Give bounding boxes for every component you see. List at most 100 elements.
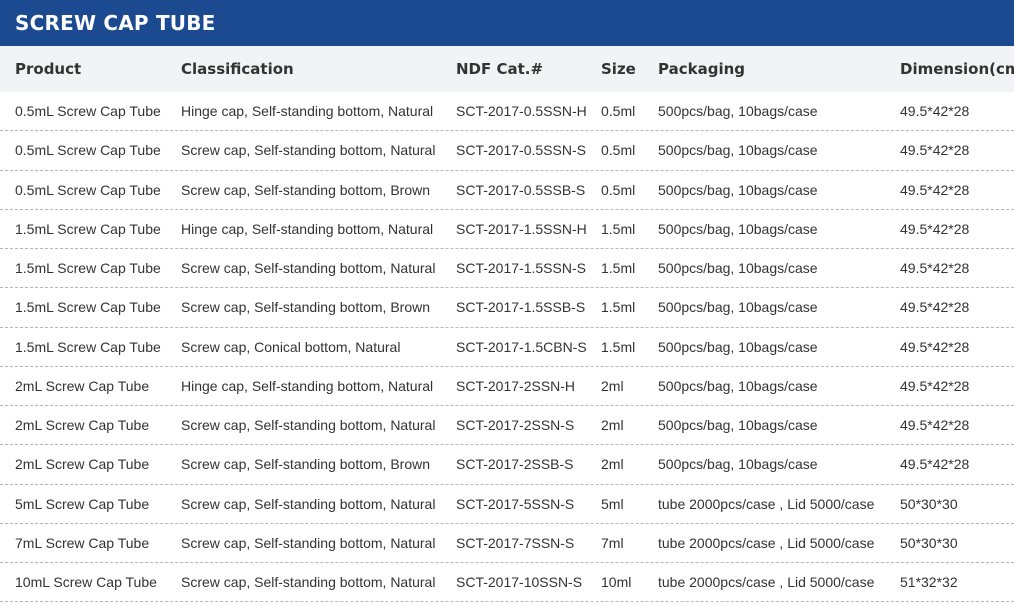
- cell-packaging: 500pcs/bag, 10bags/case: [658, 299, 818, 316]
- cell-size: 0.5ml: [601, 103, 636, 120]
- cell-cat-number: SCT-2017-0.5SSB-S: [456, 181, 586, 198]
- cell-packaging: 500pcs/bag, 10bags/case: [658, 377, 818, 394]
- cell-packaging: 500pcs/bag, 10bags/case: [658, 181, 818, 198]
- cell-dimension: 49.5*42*28: [900, 417, 970, 434]
- cell-packaging: 500pcs/bag, 10bags/case: [658, 103, 818, 120]
- cell-dimension: 49.5*42*28: [900, 377, 970, 394]
- table-row: 1.5mL Screw Cap Tube Screw cap, Self-stan…: [0, 249, 1014, 289]
- header-classification: Classification: [181, 60, 294, 78]
- cell-product: 1.5mL Screw Cap Tube: [15, 220, 161, 237]
- cell-dimension: 49.5*42*28: [900, 220, 970, 237]
- cell-product: 1.5mL Screw Cap Tube: [15, 299, 161, 316]
- table-row: 0.5mL Screw Cap Tube Screw cap, Self-stan…: [0, 131, 1014, 171]
- cell-cat-number: SCT-2017-7SSN-S: [456, 534, 575, 551]
- cell-packaging: 500pcs/bag, 10bags/case: [658, 338, 818, 355]
- cell-dimension: 51*32*32: [900, 574, 958, 591]
- cell-packaging: 500pcs/bag, 10bags/case: [658, 260, 818, 277]
- cell-classification: Screw cap, Self-standing bottom, Brown: [181, 456, 431, 473]
- header-product: Product: [15, 60, 82, 78]
- cell-classification: Screw cap, Conical bottom, Natural: [181, 338, 401, 355]
- cell-cat-number: SCT-2017-1.5SSB-S: [456, 299, 586, 316]
- cell-dimension: 49.5*42*28: [900, 338, 970, 355]
- cell-cat-number: SCT-2017-1.5SSN-H: [456, 220, 587, 237]
- cell-packaging: 500pcs/bag, 10bags/case: [658, 456, 818, 473]
- cell-product: 7mL Screw Cap Tube: [15, 534, 150, 551]
- cell-classification: Hinge cap, Self-standing bottom, Natural: [181, 220, 434, 237]
- cell-dimension: 50*30*30: [900, 534, 958, 551]
- cell-size: 1.5ml: [601, 260, 636, 277]
- header-cat-number: NDF Cat.#: [456, 60, 544, 78]
- cell-product: 10mL Screw Cap Tube: [15, 574, 157, 591]
- table-body: 0.5mL Screw Cap Tube Hinge cap, Self-stan…: [0, 92, 1014, 603]
- cell-size: 2ml: [601, 456, 624, 473]
- cell-size: 0.5ml: [601, 181, 636, 198]
- cell-product: 5mL Screw Cap Tube: [15, 495, 150, 512]
- cell-product: 1.5mL Screw Cap Tube: [15, 338, 161, 355]
- cell-classification: Screw cap, Self-standing bottom, Natural: [181, 574, 436, 591]
- cell-size: 7ml: [601, 534, 624, 551]
- header-size: Size: [601, 60, 636, 78]
- cell-cat-number: SCT-2017-1.5SSN-S: [456, 260, 586, 277]
- cell-dimension: 49.5*42*28: [900, 260, 970, 277]
- cell-size: 1.5ml: [601, 338, 636, 355]
- cell-packaging: tube 2000pcs/case , Lid 5000/case: [658, 534, 875, 551]
- table-header: Product Classification NDF Cat.# Size Pa…: [0, 46, 1014, 92]
- table-row: 2mL Screw Cap Tube Hinge cap, Self-standi…: [0, 367, 1014, 406]
- cell-product: 0.5mL Screw Cap Tube: [15, 181, 161, 198]
- cell-size: 2ml: [601, 377, 624, 394]
- table-row: 2mL Screw Cap Tube Screw cap, Self-standi…: [0, 406, 1014, 446]
- cell-classification: Hinge cap, Self-standing bottom, Natural: [181, 377, 434, 394]
- cell-dimension: 49.5*42*28: [900, 299, 970, 316]
- table-row: 10mL Screw Cap Tube Screw cap, Self-stand…: [0, 563, 1014, 603]
- cell-packaging: 500pcs/bag, 10bags/case: [658, 142, 818, 159]
- cell-product: 2mL Screw Cap Tube: [15, 456, 150, 473]
- cell-classification: Screw cap, Self-standing bottom, Brown: [181, 299, 431, 316]
- cell-classification: Screw cap, Self-standing bottom, Natural: [181, 495, 436, 512]
- table-row: 7mL Screw Cap Tube Screw cap, Self-standi…: [0, 524, 1014, 563]
- cell-product: 1.5mL Screw Cap Tube: [15, 260, 161, 277]
- header-packaging: Packaging: [658, 60, 745, 78]
- cell-cat-number: SCT-2017-2SSN-H: [456, 377, 576, 394]
- table-row: 1.5mL Screw Cap Tube Screw cap, Conical b…: [0, 328, 1014, 367]
- table-row: 2mL Screw Cap Tube Screw cap, Self-standi…: [0, 445, 1014, 485]
- table-row: 5mL Screw Cap Tube Screw cap, Self-standi…: [0, 485, 1014, 524]
- cell-classification: Screw cap, Self-standing bottom, Natural: [181, 260, 436, 277]
- cell-classification: Hinge cap, Self-standing bottom, Natural: [181, 103, 434, 120]
- cell-cat-number: SCT-2017-2SSN-S: [456, 417, 575, 434]
- cell-dimension: 49.5*42*28: [900, 181, 970, 198]
- cell-product: 0.5mL Screw Cap Tube: [15, 142, 161, 159]
- cell-classification: Screw cap, Self-standing bottom, Natural: [181, 417, 436, 434]
- cell-dimension: 49.5*42*28: [900, 142, 970, 159]
- table-title: SCREW CAP TUBE: [0, 0, 1014, 46]
- cell-size: 10ml: [601, 574, 632, 591]
- cell-cat-number: SCT-2017-2SSB-S: [456, 456, 574, 473]
- header-dimension: Dimension(cm): [900, 60, 1014, 78]
- cell-cat-number: SCT-2017-10SSN-S: [456, 574, 583, 591]
- cell-cat-number: SCT-2017-5SSN-S: [456, 495, 575, 512]
- table-row: 1.5mL Screw Cap Tube Hinge cap, Self-stan…: [0, 210, 1014, 249]
- cell-size: 1.5ml: [601, 299, 636, 316]
- cell-packaging: tube 2000pcs/case , Lid 5000/case: [658, 495, 875, 512]
- cell-size: 2ml: [601, 417, 624, 434]
- cell-size: 1.5ml: [601, 220, 636, 237]
- cell-dimension: 49.5*42*28: [900, 103, 970, 120]
- cell-size: 0.5ml: [601, 142, 636, 159]
- table-row: 0.5mL Screw Cap Tube Hinge cap, Self-stan…: [0, 92, 1014, 132]
- cell-product: 2mL Screw Cap Tube: [15, 417, 150, 434]
- cell-packaging: tube 2000pcs/case , Lid 5000/case: [658, 574, 875, 591]
- table-row: 0.5mL Screw Cap Tube Screw cap, Self-stan…: [0, 171, 1014, 210]
- cell-classification: Screw cap, Self-standing bottom, Brown: [181, 181, 431, 198]
- cell-dimension: 50*30*30: [900, 495, 958, 512]
- cell-packaging: 500pcs/bag, 10bags/case: [658, 417, 818, 434]
- cell-product: 0.5mL Screw Cap Tube: [15, 103, 161, 120]
- cell-cat-number: SCT-2017-0.5SSN-S: [456, 142, 586, 159]
- cell-product: 2mL Screw Cap Tube: [15, 377, 150, 394]
- cell-classification: Screw cap, Self-standing bottom, Natural: [181, 534, 436, 551]
- cell-cat-number: SCT-2017-1.5CBN-S: [456, 338, 587, 355]
- cell-dimension: 49.5*42*28: [900, 456, 970, 473]
- cell-classification: Screw cap, Self-standing bottom, Natural: [181, 142, 436, 159]
- cell-packaging: 500pcs/bag, 10bags/case: [658, 220, 818, 237]
- cell-size: 5ml: [601, 495, 624, 512]
- table-row: 1.5mL Screw Cap Tube Screw cap, Self-stan…: [0, 288, 1014, 328]
- cell-cat-number: SCT-2017-0.5SSN-H: [456, 103, 587, 120]
